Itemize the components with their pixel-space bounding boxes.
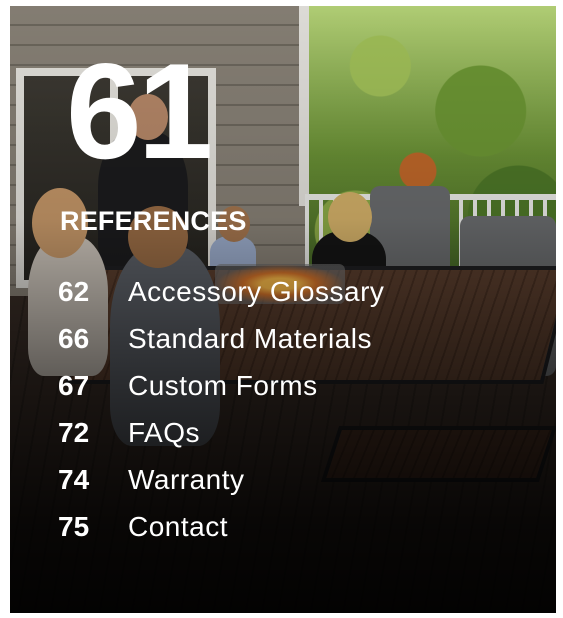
reference-page: 61 REFERENCES 62 Accessory Glossary 66 S… — [10, 6, 556, 613]
toc-page-number: 62 — [58, 276, 90, 307]
toc-page-number: 74 — [58, 464, 90, 495]
toc-item[interactable]: 74 Warranty — [58, 464, 384, 511]
table-of-contents: 62 Accessory Glossary 66 Standard Materi… — [58, 276, 384, 558]
toc-item[interactable]: 62 Accessory Glossary — [58, 276, 384, 323]
toc-item[interactable]: 67 Custom Forms — [58, 370, 384, 417]
toc-item[interactable]: 72 FAQs — [58, 417, 384, 464]
toc-label: Standard Materials — [128, 323, 373, 354]
toc-label: Custom Forms — [128, 370, 318, 401]
toc-label: Warranty — [128, 464, 245, 495]
page-number: 61 — [66, 35, 213, 187]
toc-item[interactable]: 75 Contact — [58, 511, 384, 558]
toc-page-number: 72 — [58, 417, 90, 448]
toc-label: Contact — [128, 511, 228, 542]
toc-item[interactable]: 66 Standard Materials — [58, 323, 384, 370]
toc-page-number: 67 — [58, 370, 90, 401]
toc-page-number: 66 — [58, 323, 90, 354]
section-title: REFERENCES — [60, 206, 247, 236]
toc-label: FAQs — [128, 417, 201, 448]
toc-page-number: 75 — [58, 511, 90, 542]
toc-label: Accessory Glossary — [128, 276, 385, 307]
